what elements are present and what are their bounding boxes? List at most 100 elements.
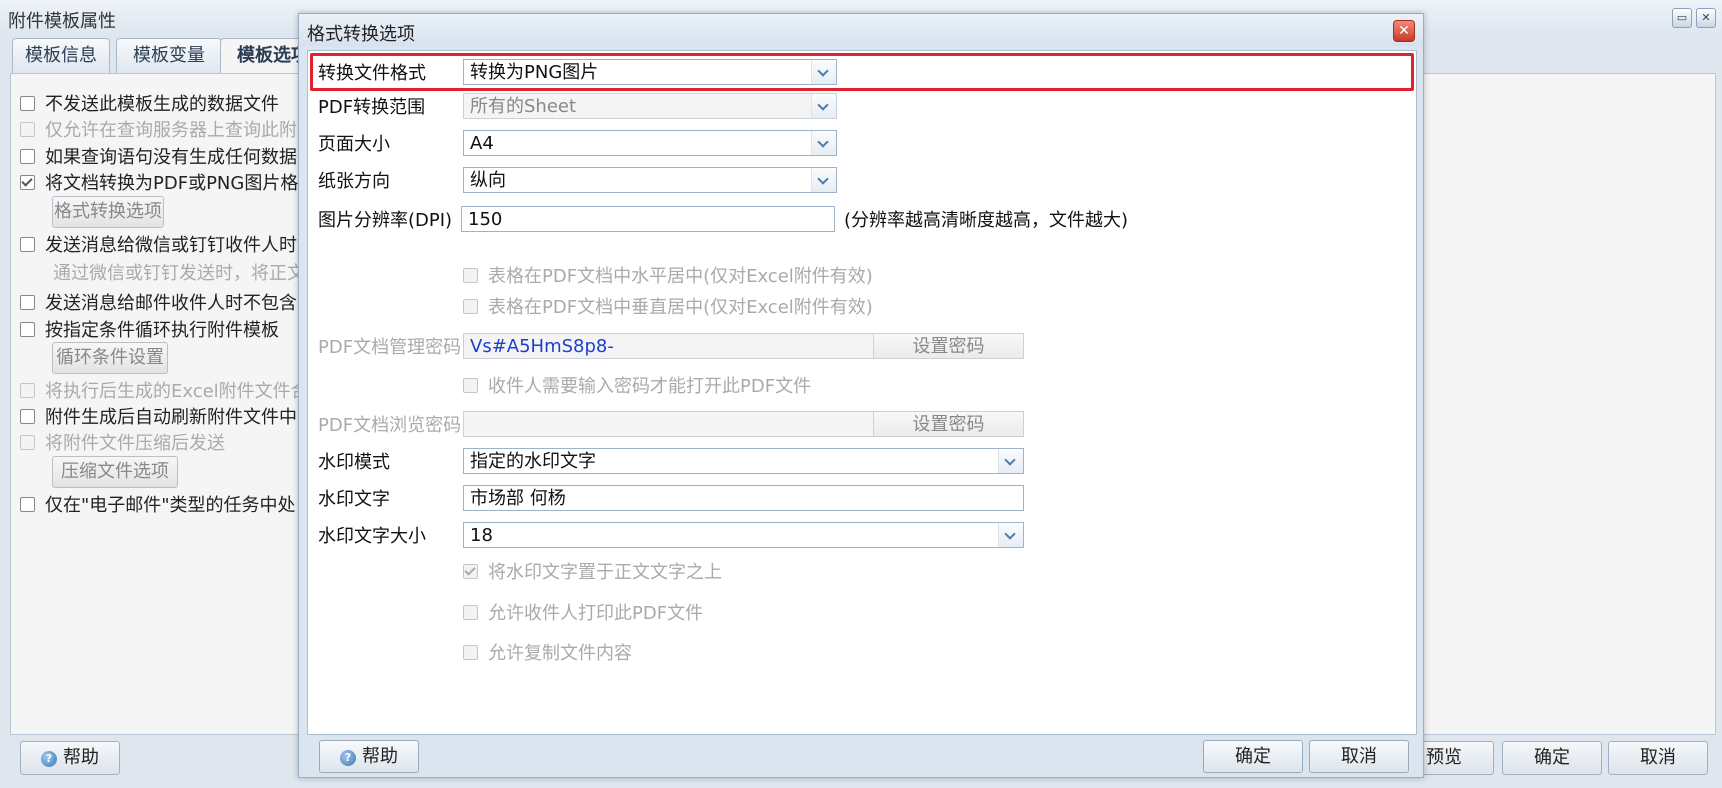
option-wechat-dingtalk[interactable]: 发送消息给微信或钉钉收件人时 [20,231,297,257]
option-label: 不发送此模板生成的数据文件 [45,94,279,115]
window-title: 附件模板属性 [8,11,116,32]
checkbox [463,378,478,393]
cancel-button[interactable]: 取消 [1309,740,1409,773]
compress-options-button[interactable]: 压缩文件选项 [52,456,178,488]
convert-format-label: 转换文件格式 [318,63,426,84]
option-label: 将文档转换为PDF或PNG图片格 [45,173,299,194]
option-label: 仅允许在查询服务器上查询此附 [45,120,297,141]
dialog-titlebar: 格式转换选项 ✕ [299,14,1423,46]
bg-ok-button[interactable]: 确定 [1502,741,1602,775]
option-label: 通过微信或钉钉发送时，将正文 [53,263,305,284]
option-label: 如果查询语句没有生成任何数据 [45,147,297,168]
tab-template-variables[interactable]: 模板变量 [116,38,222,73]
dpi-hint: (分辨率越高清晰度越高，文件越大) [844,210,1129,231]
select-value: 指定的水印文字 [470,451,596,472]
ok-button[interactable]: 确定 [1203,740,1303,773]
view-password-field [463,411,874,437]
option-label: 收件人需要输入密码才能打开此PDF文件 [488,376,812,397]
set-admin-password-button: 设置密码 [874,333,1024,359]
tab-template-info[interactable]: 模板信息 [12,38,110,73]
chevron-down-icon[interactable] [811,131,836,155]
help-icon: ? [41,751,57,767]
pdf-range-label: PDF转换范围 [318,97,426,118]
option-email-only[interactable]: 仅在"电子邮件"类型的任务中处 [20,491,296,517]
option-merge-excel: 将执行后生成的Excel附件文件合 [20,377,309,403]
checkbox [463,645,478,660]
checkbox[interactable] [20,96,35,111]
allow-copy-option: 允许复制文件内容 [463,639,632,665]
option-label: 发送消息给微信或钉钉收件人时 [45,235,297,256]
convert-format-select[interactable]: 转换为PNG图片 [463,59,837,85]
option-compress: 将附件文件压缩后发送 [20,429,225,455]
bg-cancel-button[interactable]: 取消 [1608,741,1708,775]
watermark-size-select[interactable]: 18 [463,522,1024,548]
restore-icon[interactable]: ▭ [1672,8,1692,28]
select-value: 18 [470,525,493,546]
checkbox [463,299,478,314]
page-size-select[interactable]: A4 [463,130,837,156]
option-label: 将水印文字置于正文文字之上 [488,562,722,583]
checkbox[interactable] [20,295,35,310]
dialog-title: 格式转换选项 [307,24,415,45]
watermark-mode-select[interactable]: 指定的水印文字 [463,448,1024,474]
format-options-button[interactable]: 格式转换选项 [52,196,164,228]
chevron-down-icon[interactable] [811,60,836,84]
pdf-range-select: 所有的Sheet [463,93,837,119]
option-email-exclude[interactable]: 发送消息给邮件收件人时不包含 [20,289,297,315]
option-no-data-generated[interactable]: 如果查询语句没有生成任何数据 [20,143,297,169]
option-label: 仅在"电子邮件"类型的任务中处 [45,495,296,516]
option-auto-refresh[interactable]: 附件生成后自动刷新附件文件中 [20,403,297,429]
close-icon[interactable]: ✕ [1696,8,1716,28]
option-label: 表格在PDF文档中水平居中(仅对Excel附件有效) [488,266,873,287]
chevron-down-icon [811,94,836,118]
select-value: 纵向 [470,170,506,191]
option-label: 附件生成后自动刷新附件文件中 [45,407,297,428]
checkbox[interactable] [20,149,35,164]
help-button[interactable]: ? 帮助 [319,740,419,773]
help-icon: ? [340,750,356,766]
watermark-on-top-option: 将水印文字置于正文文字之上 [463,558,722,584]
allow-print-option: 允许收件人打印此PDF文件 [463,599,703,625]
watermark-size-label: 水印文字大小 [318,526,426,547]
require-password-option: 收件人需要输入密码才能打开此PDF文件 [463,372,811,398]
checkbox [463,605,478,620]
center-horizontal-option: 表格在PDF文档中水平居中(仅对Excel附件有效) [463,262,873,288]
dialog-footer: ? 帮助 确定 取消 [299,734,1423,777]
bg-help-button[interactable]: ? 帮助 [20,741,120,775]
button-label: 帮助 [362,746,398,767]
watermark-text-input[interactable]: 市场部 何杨 [463,485,1024,511]
watermark-text-label: 水印文字 [318,489,390,510]
option-loop-execute[interactable]: 按指定条件循环执行附件模板 [20,316,279,342]
checkbox[interactable] [20,237,35,252]
orientation-select[interactable]: 纵向 [463,167,837,193]
chevron-down-icon[interactable] [811,168,836,192]
option-label: 表格在PDF文档中垂直居中(仅对Excel附件有效) [488,297,873,318]
option-label: 按指定条件循环执行附件模板 [45,320,279,341]
checkbox [20,383,35,398]
close-icon[interactable]: ✕ [1393,20,1415,42]
checkbox[interactable] [20,322,35,337]
checkbox[interactable] [20,175,35,190]
dpi-input[interactable]: 150 [461,206,835,232]
option-label: 允许复制文件内容 [488,643,632,664]
watermark-mode-label: 水印模式 [318,452,390,473]
option-label: 将附件文件压缩后发送 [45,433,225,454]
center-vertical-option: 表格在PDF文档中垂直居中(仅对Excel附件有效) [463,293,873,319]
checkbox[interactable] [20,409,35,424]
option-label: 允许收件人打印此PDF文件 [488,603,704,624]
option-query-server-only: 仅允许在查询服务器上查询此附 [20,116,297,142]
option-no-send-data[interactable]: 不发送此模板生成的数据文件 [20,90,279,116]
option-wechat-body: 通过微信或钉钉发送时，将正文 [53,259,305,285]
button-label: 帮助 [63,747,99,768]
view-password-label: PDF文档浏览密码 [318,415,462,436]
select-value: A4 [470,133,494,154]
checkbox [463,564,478,579]
chevron-down-icon[interactable] [998,523,1023,547]
option-convert-pdf-png[interactable]: 将文档转换为PDF或PNG图片格 [20,169,298,195]
select-value: 转换为PNG图片 [470,62,599,83]
chevron-down-icon[interactable] [998,449,1023,473]
checkbox [20,122,35,137]
admin-password-field: Vs#A5HmS8p8- [463,333,874,359]
checkbox[interactable] [20,497,35,512]
loop-settings-button[interactable]: 循环条件设置 [52,342,168,374]
